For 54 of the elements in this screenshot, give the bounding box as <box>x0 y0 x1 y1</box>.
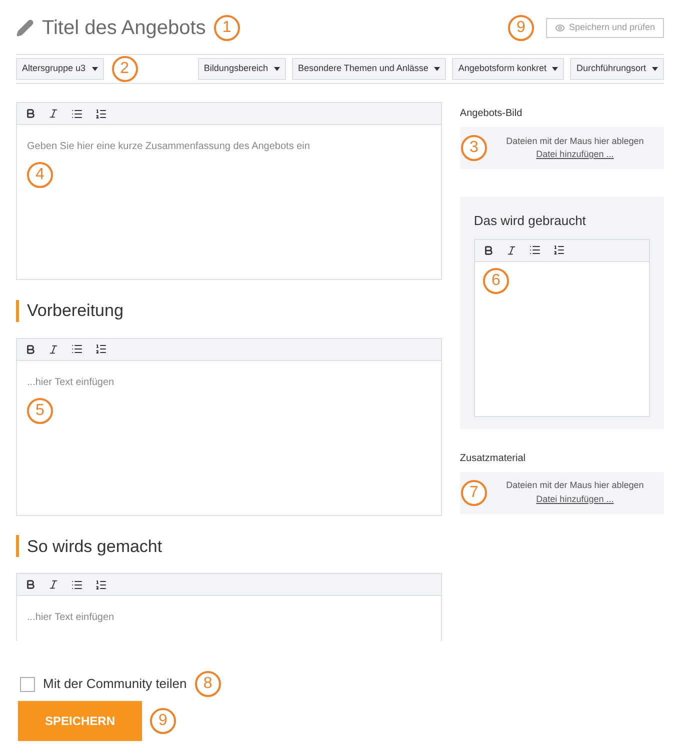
drop-hint: Dateien mit der Maus hier ablegen <box>506 134 644 148</box>
share-label: Mit der Community teilen <box>43 675 187 694</box>
page-title: Titel des Angebots <box>42 16 206 41</box>
filter-dropdown[interactable]: Angebotsform konkret <box>452 58 564 80</box>
numbered-list-icon[interactable] <box>552 244 565 256</box>
caret-icon <box>274 67 280 71</box>
caret-icon <box>92 67 98 71</box>
drop-hint: Dateien mit der Maus hier ablegen <box>506 479 644 492</box>
callout-marker: 9 <box>150 708 176 734</box>
caret-icon <box>652 67 658 71</box>
add-file-link[interactable]: Datei hinzufügen ... <box>536 148 614 162</box>
callout-marker: 2 <box>112 56 138 82</box>
edit-icon <box>16 19 34 37</box>
add-file-link[interactable]: Datei hinzufügen ... <box>536 492 614 506</box>
caret-icon <box>552 67 558 71</box>
callout-marker: 5 <box>27 398 53 424</box>
text-editor[interactable]: ...hier Text einfügen 5 <box>16 338 442 516</box>
callout-marker: 4 <box>27 162 53 188</box>
filter-dropdown[interactable]: Altersgruppe u3 <box>16 58 104 80</box>
upload-label: Zusatzmaterial <box>460 452 526 466</box>
eye-icon <box>554 23 565 33</box>
text-editor[interactable]: ...hier Text einfügen <box>16 573 442 641</box>
italic-icon[interactable] <box>48 344 59 354</box>
share-checkbox[interactable] <box>20 676 35 692</box>
panel-heading: Das wird gebraucht <box>474 212 587 230</box>
text-editor[interactable]: Geben Sie hier eine kurze Zusammenfassung des Angebots ein 4 <box>16 102 442 280</box>
numbered-list-icon[interactable] <box>95 578 107 590</box>
editor-placeholder: ...hier Text einfügen <box>27 376 114 390</box>
editor-placeholder: ...hier Text einfügen <box>27 611 114 625</box>
caret-icon <box>434 67 440 71</box>
callout-marker: 9 <box>508 15 534 41</box>
italic-icon[interactable] <box>48 108 59 119</box>
filter-dropdown[interactable]: Bildungsbereich <box>198 58 286 80</box>
callout-marker: 6 <box>482 268 509 294</box>
italic-icon[interactable] <box>48 579 59 590</box>
drop-zone[interactable]: 3 Dateien mit der Maus hier ablegen Datei hinzufügen ... <box>460 127 664 169</box>
numbered-list-icon[interactable] <box>95 343 107 355</box>
bold-icon[interactable] <box>25 344 36 354</box>
upload-label: Angebots-Bild <box>460 107 524 121</box>
section-heading: Vorbereitung <box>27 300 124 322</box>
bold-icon[interactable] <box>25 108 36 119</box>
callout-marker: 8 <box>194 671 221 697</box>
filter-dropdown[interactable]: Durchführungsort <box>570 58 664 80</box>
callout-marker: 3 <box>460 135 487 161</box>
callout-marker: 7 <box>460 480 487 506</box>
filter-dropdown[interactable]: Besondere Themen und Anlässe <box>292 58 446 80</box>
italic-icon[interactable] <box>506 244 517 256</box>
bold-icon[interactable] <box>482 244 494 256</box>
section-heading: So wirds gemacht <box>27 536 162 558</box>
editor-placeholder: Geben Sie hier eine kurze Zusammenfassung des Angebots ein <box>27 140 310 154</box>
callout-marker: 1 <box>214 15 240 41</box>
drop-zone[interactable]: 7 Dateien mit der Maus hier ablegen Datei hinzufügen ... <box>460 472 664 514</box>
bold-icon[interactable] <box>25 579 36 590</box>
numbered-list-icon[interactable] <box>95 108 107 120</box>
